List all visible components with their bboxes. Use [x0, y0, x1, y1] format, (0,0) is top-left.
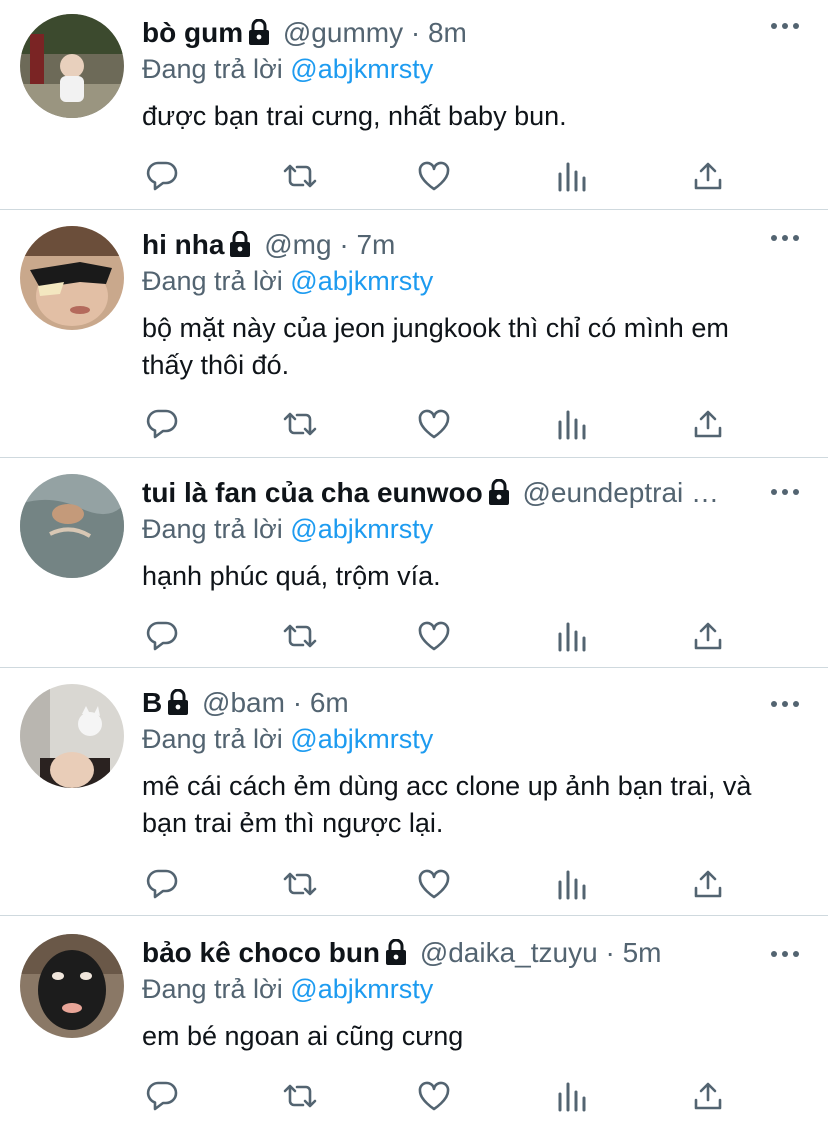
- avatar[interactable]: [20, 474, 124, 578]
- replying-to: Đang trả lời @abjkmrsty: [142, 52, 770, 86]
- lock-icon: [384, 937, 408, 972]
- reply-tweet[interactable]: bò gum @gummy · 8m Đang trả lời @abjkmrs…: [0, 0, 828, 210]
- more-icon[interactable]: [770, 228, 800, 248]
- more-icon[interactable]: [770, 694, 800, 714]
- replying-to-handle[interactable]: @abjkmrsty: [290, 514, 433, 544]
- replying-to-handle[interactable]: @abjkmrsty: [290, 266, 433, 296]
- reply-icon[interactable]: [142, 1076, 182, 1116]
- avatar[interactable]: [20, 226, 124, 330]
- action-bar: [142, 864, 742, 904]
- replying-to-handle[interactable]: @abjkmrsty: [290, 724, 433, 754]
- lock-icon: [487, 477, 511, 512]
- tweet-text: hạnh phúc quá, trộm vía.: [142, 561, 441, 591]
- user-handle[interactable]: @daika_tzuyu: [420, 937, 598, 968]
- reply-icon[interactable]: [142, 864, 182, 904]
- separator-dot: ·: [410, 17, 421, 48]
- stats-icon[interactable]: [552, 404, 592, 444]
- tweet-header: bảo kê choco bun @daika_tzuyu · 5m: [142, 934, 770, 972]
- reply-tweet[interactable]: tui là fan của cha eunwoo @eundeptrai … …: [0, 458, 828, 668]
- reply-feed: bò gum @gummy · 8m Đang trả lời @abjkmrs…: [0, 0, 828, 1127]
- action-bar: [142, 404, 742, 444]
- reply-icon[interactable]: [142, 156, 182, 196]
- reply-icon[interactable]: [142, 404, 182, 444]
- replying-prefix: Đang trả lời: [142, 724, 283, 754]
- separator-dot: ·: [605, 937, 615, 968]
- like-icon[interactable]: [414, 864, 454, 904]
- reply-tweet[interactable]: hi nha @mg · 7m Đang trả lời @abjkmrsty …: [0, 210, 828, 458]
- lock-icon: [228, 229, 252, 264]
- avatar[interactable]: [20, 14, 124, 118]
- retweet-icon[interactable]: [280, 1076, 320, 1116]
- more-icon[interactable]: [770, 16, 800, 36]
- lock-icon: [166, 687, 190, 722]
- retweet-icon[interactable]: [280, 156, 320, 196]
- like-icon[interactable]: [414, 404, 454, 444]
- replying-to: Đang trả lời @abjkmrsty: [142, 264, 770, 298]
- replying-to-handle[interactable]: @abjkmrsty: [290, 54, 433, 84]
- replying-to: Đang trả lời @abjkmrsty: [142, 972, 770, 1006]
- stats-icon[interactable]: [552, 1076, 592, 1116]
- retweet-icon[interactable]: [280, 404, 320, 444]
- retweet-icon[interactable]: [280, 616, 320, 656]
- replying-prefix: Đang trả lời: [142, 514, 283, 544]
- separator-dot: ·: [292, 687, 303, 718]
- share-icon[interactable]: [688, 616, 728, 656]
- stats-icon[interactable]: [552, 616, 592, 656]
- timestamp[interactable]: 7m: [356, 229, 395, 260]
- timestamp[interactable]: 5m: [623, 937, 662, 968]
- replying-to-handle[interactable]: @abjkmrsty: [290, 974, 433, 1004]
- more-icon[interactable]: [770, 482, 800, 502]
- lock-icon: [247, 17, 271, 52]
- user-handle[interactable]: @eundeptrai …: [523, 477, 720, 508]
- tweet-text: mê cái cách ẻm dùng acc clone up ảnh bạn…: [142, 771, 759, 838]
- replying-prefix: Đang trả lời: [142, 266, 283, 296]
- avatar[interactable]: [20, 934, 124, 1038]
- tweet-header: B @bam · 6m: [142, 684, 770, 722]
- display-name[interactable]: tui là fan của cha eunwoo: [142, 477, 483, 508]
- user-handle[interactable]: @gummy: [283, 17, 403, 48]
- share-icon[interactable]: [688, 864, 728, 904]
- tweet-text: bộ mặt này của jeon jungkook thì chỉ có …: [142, 313, 737, 380]
- reply-icon[interactable]: [142, 616, 182, 656]
- tweet-header: tui là fan của cha eunwoo @eundeptrai …: [142, 474, 764, 512]
- tweet-header: bò gum @gummy · 8m: [142, 14, 770, 52]
- separator-dot: ·: [339, 229, 349, 260]
- like-icon[interactable]: [414, 1076, 454, 1116]
- timestamp[interactable]: 6m: [310, 687, 349, 718]
- tweet-text: em bé ngoan ai cũng cưng: [142, 1021, 464, 1051]
- replying-to: Đang trả lời @abjkmrsty: [142, 722, 770, 756]
- avatar[interactable]: [20, 684, 124, 788]
- stats-icon[interactable]: [552, 156, 592, 196]
- display-name[interactable]: bảo kê choco bun: [142, 937, 380, 968]
- tweet-header: hi nha @mg · 7m: [142, 226, 770, 264]
- replying-prefix: Đang trả lời: [142, 974, 283, 1004]
- display-name[interactable]: bò gum: [142, 17, 243, 48]
- more-icon[interactable]: [770, 944, 800, 964]
- tweet-text: được bạn trai cưng, nhất baby bun.: [142, 101, 567, 131]
- like-icon[interactable]: [414, 616, 454, 656]
- action-bar: [142, 616, 742, 656]
- share-icon[interactable]: [688, 404, 728, 444]
- stats-icon[interactable]: [552, 864, 592, 904]
- share-icon[interactable]: [688, 1076, 728, 1116]
- user-handle[interactable]: @bam: [202, 687, 285, 718]
- action-bar: [142, 1076, 742, 1116]
- replying-prefix: Đang trả lời: [142, 54, 283, 84]
- share-icon[interactable]: [688, 156, 728, 196]
- user-handle[interactable]: @mg: [264, 229, 331, 260]
- action-bar: [142, 156, 742, 196]
- display-name[interactable]: hi nha: [142, 229, 224, 260]
- replying-to: Đang trả lời @abjkmrsty: [142, 512, 764, 546]
- reply-tweet[interactable]: bảo kê choco bun @daika_tzuyu · 5m Đang …: [0, 916, 828, 1127]
- like-icon[interactable]: [414, 156, 454, 196]
- retweet-icon[interactable]: [280, 864, 320, 904]
- reply-tweet[interactable]: B @bam · 6m Đang trả lời @abjkmrsty mê c…: [0, 668, 828, 916]
- display-name[interactable]: B: [142, 687, 162, 718]
- timestamp[interactable]: 8m: [428, 17, 467, 48]
